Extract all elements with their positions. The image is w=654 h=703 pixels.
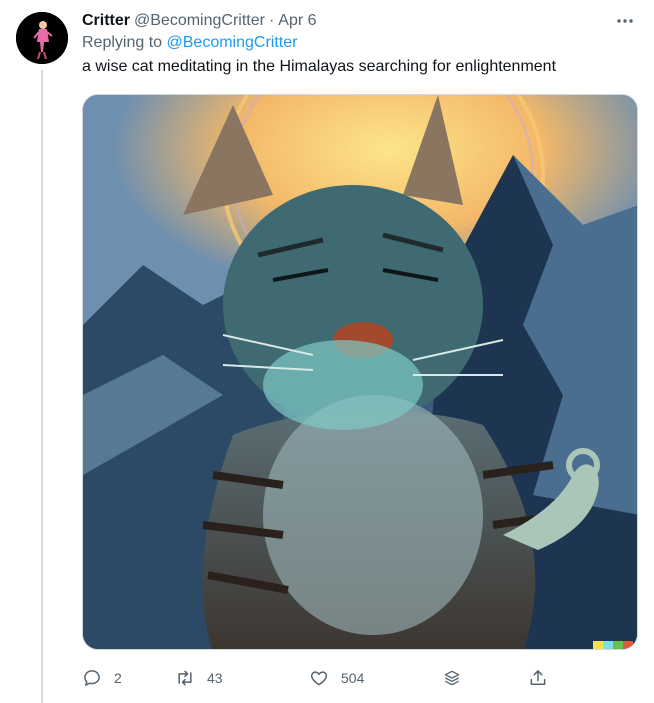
replying-to-label: Replying to	[82, 34, 167, 51]
tweet-header: Critter @BecomingCritter · Apr 6	[82, 10, 634, 32]
avatar-figure-image	[16, 12, 68, 64]
stack-button[interactable]	[442, 664, 462, 692]
meditating-cat-painting	[83, 95, 637, 649]
replying-to-link[interactable]: @BecomingCritter	[167, 34, 298, 51]
avatar[interactable]	[16, 12, 68, 64]
share-icon	[530, 670, 546, 685]
heart-icon	[310, 671, 328, 686]
reply-count: 2	[114, 670, 122, 686]
author-name[interactable]: Critter	[82, 12, 130, 30]
thread-connector-line	[41, 70, 43, 703]
layers-icon	[444, 670, 460, 686]
tweet-actions: 2 43 504	[82, 664, 562, 692]
tweet-text: a wise cat meditating in the Himalayas s…	[82, 58, 557, 75]
like-button[interactable]: 504	[309, 664, 364, 692]
separator-dot: ·	[268, 12, 275, 29]
more-horizontal-icon	[617, 19, 633, 23]
retweet-button[interactable]: 43	[175, 664, 223, 692]
more-button[interactable]	[614, 10, 636, 32]
retweet-count: 43	[207, 670, 223, 686]
retweet-icon	[178, 670, 192, 686]
author-handle[interactable]: @BecomingCritter	[134, 12, 265, 30]
reply-button[interactable]: 2	[82, 664, 122, 692]
share-button[interactable]	[528, 664, 548, 692]
tweet-date[interactable]: Apr 6	[278, 12, 316, 30]
like-count: 504	[341, 670, 365, 686]
reply-icon	[84, 670, 100, 686]
replying-to-line: Replying to @BecomingCritter	[82, 34, 297, 52]
tweet-media-image[interactable]	[82, 94, 638, 650]
